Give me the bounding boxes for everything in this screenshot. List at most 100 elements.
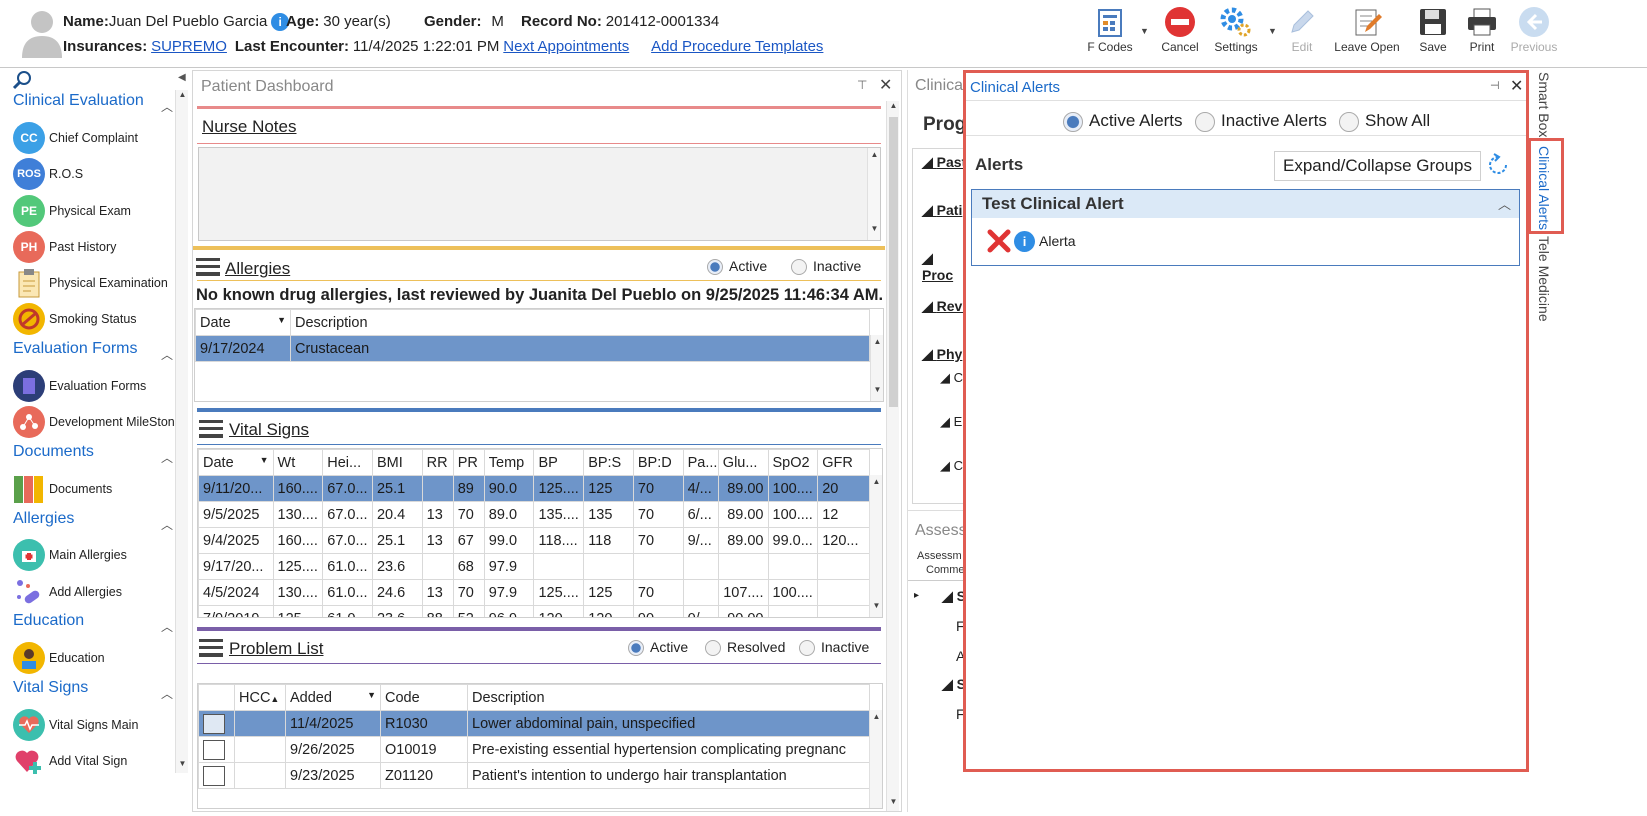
scrollbar[interactable]: ▲ ▼	[867, 148, 880, 240]
col-header[interactable]: Temp	[483, 449, 535, 476]
cancel-button[interactable]: Cancel	[1158, 4, 1202, 64]
table-row[interactable]: 9/11/20... 160.... 67.0... 25.1 89 90.0 125...…	[198, 475, 870, 502]
sidebar-scrollbar[interactable]: ▲ ▼	[175, 90, 188, 773]
table-row[interactable]: 4/5/2024 130.... 61.0... 24.6 13 70 97.9 125...…	[198, 579, 870, 606]
inactive-alerts-radio[interactable]: Inactive Alerts	[1195, 111, 1327, 132]
tree-item[interactable]: ◢ Phy	[922, 346, 962, 363]
add-procedure-templates-link[interactable]: Add Procedure Templates	[651, 38, 823, 55]
scrollbar[interactable]: ▲	[869, 710, 882, 808]
scroll-down-icon[interactable]: ▼	[887, 797, 900, 811]
tree-item[interactable]: ◢ Pati	[922, 202, 962, 219]
chevron-up-icon[interactable]: ︿	[161, 346, 173, 363]
scroll-down-icon[interactable]: ▼	[871, 385, 884, 399]
tree-item[interactable]: ◢ Past	[922, 154, 966, 171]
col-header[interactable]: Wt	[272, 449, 324, 476]
alert-item[interactable]: i Alerta	[986, 228, 1076, 254]
refresh-icon[interactable]	[1484, 151, 1512, 179]
col-header[interactable]: GFR	[817, 449, 870, 476]
tab-smart-box[interactable]: Smart Box	[1536, 72, 1552, 137]
sidebar-item-past-history[interactable]: PH Past History	[13, 230, 116, 264]
problems-resolved-radio[interactable]: Resolved	[705, 639, 785, 657]
chevron-up-icon[interactable]: ︿	[1498, 194, 1511, 213]
tree-subitem[interactable]: ◢ C	[940, 370, 963, 386]
alert-group-header[interactable]: Test Clinical Alert ︿	[972, 190, 1519, 218]
settings-button[interactable]: Settings	[1208, 4, 1264, 64]
hamburger-menu-icon[interactable]	[199, 420, 223, 438]
scroll-up-icon[interactable]: ▲	[870, 712, 882, 726]
active-alerts-radio[interactable]: Active Alerts	[1063, 111, 1183, 132]
table-row[interactable]: 7/9/201912561.023.6885296.9120120900/90.…	[198, 605, 870, 617]
pin-icon[interactable]: ⊤	[857, 78, 867, 92]
col-header[interactable]: Pa...	[682, 449, 719, 476]
print-button[interactable]: Print	[1462, 4, 1502, 64]
search-icon[interactable]	[12, 70, 32, 90]
col-description[interactable]: Description	[467, 684, 870, 711]
col-header[interactable]: BP:S	[583, 449, 634, 476]
col-code[interactable]: Code	[380, 684, 468, 711]
col-date[interactable]: Date ▼	[195, 309, 291, 336]
scroll-up-icon[interactable]: ▲	[871, 337, 884, 351]
col-hcc[interactable]: HCC▲	[234, 684, 286, 711]
col-header[interactable]: Glu...	[717, 449, 769, 476]
close-icon[interactable]: ✕	[1510, 76, 1523, 96]
section-evaluation-forms[interactable]: Evaluation Forms	[13, 340, 138, 358]
table-row[interactable]: 9/4/2025 160.... 67.0... 25.1 13 67 99.0 118...…	[198, 527, 870, 554]
scroll-down-icon[interactable]: ▼	[176, 759, 189, 773]
chevron-up-icon[interactable]: ︿	[161, 449, 173, 466]
sidebar-item-smoking-status[interactable]: Smoking Status	[13, 302, 137, 336]
col-description[interactable]: Description	[290, 309, 870, 336]
sidebar-item-add-allergies[interactable]: Add Allergies	[13, 575, 122, 609]
chevron-up-icon[interactable]: ︿	[161, 685, 173, 702]
tree-subitem[interactable]: ◢ E	[940, 414, 962, 430]
col-header[interactable]: Date ▼	[198, 449, 274, 476]
col-header[interactable]: RR	[421, 449, 454, 476]
checkbox-cell[interactable]	[198, 762, 235, 789]
table-row[interactable]: 9/26/2025 O10019 Pre-existing essential …	[198, 736, 870, 763]
section-clinical-evaluation[interactable]: Clinical Evaluation	[13, 92, 144, 110]
section-documents[interactable]: Documents	[13, 443, 94, 461]
sidebar-item-physical-exam[interactable]: PE Physical Exam	[13, 194, 131, 228]
col-header[interactable]: BP	[533, 449, 585, 476]
section-allergies[interactable]: Allergies	[13, 510, 74, 528]
settings-dropdown-icon[interactable]: ▼	[1268, 26, 1277, 36]
delete-x-icon[interactable]	[986, 228, 1012, 254]
table-row[interactable]: 11/4/2025 R1030 Lower abdominal pain, un…	[198, 710, 870, 737]
chevron-up-icon[interactable]: ︿	[161, 98, 173, 115]
pin-icon[interactable]: ⊣	[1490, 79, 1500, 92]
dashboard-scrollbar[interactable]: ▲ ▼	[886, 101, 899, 811]
tree-item[interactable]: ◢ Revi	[922, 298, 966, 315]
hamburger-menu-icon[interactable]	[199, 639, 223, 657]
sidebar-item-main-allergies[interactable]: Main Allergies	[13, 538, 127, 572]
col-header[interactable]: SpO2	[767, 449, 819, 476]
col-added[interactable]: Added ▼	[285, 684, 381, 711]
table-row[interactable]: 9/17/20... 125.... 61.0... 23.6 68 97.9	[198, 553, 870, 580]
tab-tele-medicine[interactable]: Tele Medicine	[1536, 236, 1552, 322]
edit-button[interactable]: Edit	[1282, 4, 1322, 64]
table-row[interactable]: 9/17/2024 Crustacean	[195, 335, 870, 362]
scroll-down-icon[interactable]: ▼	[868, 224, 881, 238]
problems-inactive-radio[interactable]: Inactive	[799, 639, 869, 657]
section-education[interactable]: Education	[13, 612, 84, 630]
previous-button[interactable]: Previous	[1509, 4, 1559, 64]
hamburger-menu-icon[interactable]	[196, 258, 220, 276]
sidebar-item-documents[interactable]: Documents	[13, 472, 112, 506]
fcodes-button[interactable]: F Codes	[1085, 4, 1135, 64]
section-vital-signs[interactable]: Vital Signs	[13, 679, 88, 697]
sidebar-item-add-vital-sign[interactable]: Add Vital Sign	[13, 744, 127, 778]
scroll-thumb[interactable]	[889, 117, 898, 407]
col-header[interactable]: BP:D	[632, 449, 684, 476]
scroll-up-icon[interactable]: ▲	[868, 150, 881, 164]
checkbox[interactable]	[203, 713, 225, 734]
save-button[interactable]: Save	[1413, 4, 1453, 64]
table-row[interactable]: 9/23/2025 Z01120 Patient's intention to …	[198, 762, 870, 789]
info-icon[interactable]: i	[1014, 230, 1035, 252]
tab-clinical-alerts[interactable]: Clinical Alerts	[1536, 146, 1552, 230]
col-header[interactable]: PR	[452, 449, 485, 476]
sidebar-item-physical-examination[interactable]: Physical Examination	[13, 266, 168, 300]
close-icon[interactable]: ✕	[879, 75, 892, 95]
checkbox-cell[interactable]	[198, 736, 235, 763]
tree-subitem[interactable]: ◢ C	[940, 458, 963, 474]
col-header[interactable]: Hei...	[322, 449, 373, 476]
sidebar-item-education[interactable]: Education	[13, 641, 105, 675]
sidebar-item-chief-complaint[interactable]: CC Chief Complaint	[13, 121, 138, 155]
